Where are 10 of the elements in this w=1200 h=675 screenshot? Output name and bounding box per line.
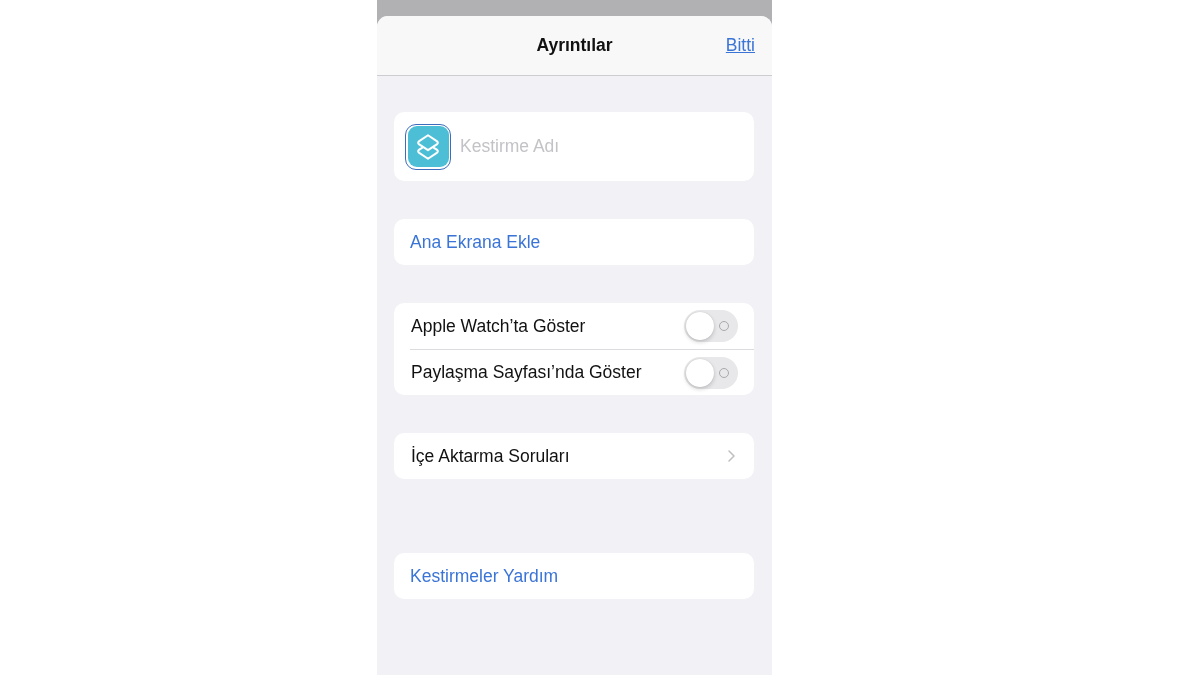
toggle-label: Apple Watch’ta Göster: [410, 315, 586, 337]
layers-icon[interactable]: [405, 123, 451, 170]
sheet-title: Ayrıntılar: [536, 35, 613, 56]
toggle-label: Paylaşma Sayfası’nda Göster: [410, 362, 642, 383]
done-button[interactable]: Bitti: [725, 35, 755, 56]
name-input[interactable]: Kestirme Adı: [460, 132, 743, 161]
chevron-icon: [728, 450, 735, 462]
toggle-switch[interactable]: [684, 310, 738, 342]
name-field[interactable]: Kestirme Adı: [394, 112, 754, 181]
toggle-switch[interactable]: [684, 356, 738, 389]
